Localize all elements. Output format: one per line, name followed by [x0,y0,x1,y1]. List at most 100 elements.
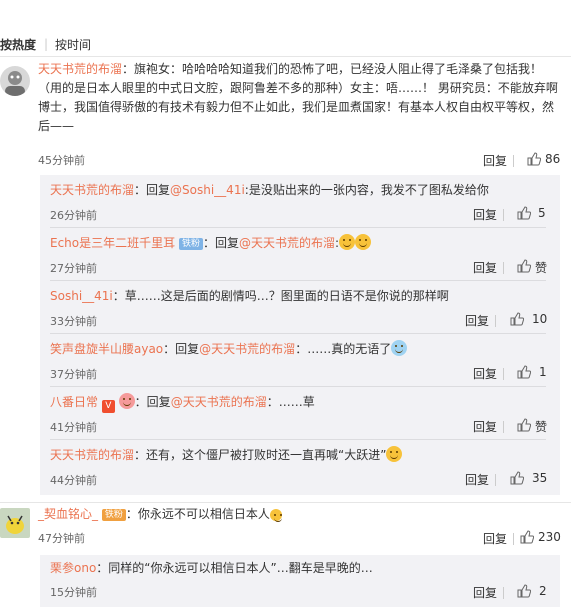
emoji-icon [269,509,282,522]
emoji-icon [355,234,372,250]
like-count: 35 [532,471,548,485]
mention-link[interactable]: @Soshi__41i [170,183,245,197]
reply-item: Echo是三年二班千里耳 铁粉 ：回复@天天书荒的布溜: 27分钟前 回复 赞 [40,228,548,281]
reply-username[interactable]: 笑声盘旋半山腰ayao [50,342,163,356]
mention-link[interactable]: @天天书荒的布溜 [171,395,267,409]
comment-text: 天天书荒的布溜：旗袍女：哈哈哈哈知道我们的恐怖了吧，已经没人阻止得了毛泽桑了包括… [38,60,558,136]
separator [513,155,514,167]
reply-button[interactable]: 回复 [473,206,497,223]
reply-text: 天天书荒的布溜：回复@Soshi__41i:是没贴出来的一张内容，我发不了图私发… [50,181,546,200]
emoji-icon [118,393,135,409]
comment-text: _契血铭心_ 铁粉 ：你永远不可以相信日本人 [38,505,558,524]
reply-button[interactable]: 回复 [465,312,489,329]
reply-body: ：……真的无语了 [295,342,392,356]
reply-list: 栗参ono：同样的“你永远可以相信日本人”…翻车是早晚的… 15分钟前 回复 2 [40,555,560,607]
separator [495,315,496,327]
like-icon[interactable] [517,206,531,220]
mention-link[interactable]: @天天书荒的布溜 [239,236,335,250]
divider [0,56,571,57]
separator [495,474,496,486]
avatar[interactable] [0,66,30,96]
vip-badge-icon: V [101,400,115,413]
emoji-icon [391,340,408,356]
reply-body: ：草……这是后面的剧情吗…？图里面的日语不是你说的那样啊 [112,289,449,303]
reply-item: 天天书荒的布溜：还有，这个僵尸被打败时还一直再喊“大跃进” 44分钟前 回复 3… [40,440,548,495]
reply-username[interactable]: 八番日常 [50,395,98,409]
comment-time: 45分钟前 [38,154,85,167]
reply-time: 33分钟前 [50,315,97,328]
fan-badge: 铁粉 [101,509,126,521]
reply-button[interactable]: 回复 [483,152,507,169]
separator [503,262,504,274]
reply-button[interactable]: 回复 [473,418,497,435]
divider [0,502,571,503]
like-count: 230 [538,530,561,544]
sort-separator: | [44,37,49,51]
like-icon[interactable] [517,259,531,273]
reply-time: 44分钟前 [50,474,97,487]
comment-username[interactable]: _契血铭心_ [38,507,98,521]
reply-prefix: ：回复 [134,395,171,409]
reply-item: 笑声盘旋半山腰ayao：回复@天天书荒的布溜：……真的无语了 37分钟前 回复 … [40,334,547,387]
like-count: 1 [539,365,547,379]
like-count: 赞 [535,261,548,275]
reply-button[interactable]: 回复 [465,471,489,488]
comment-body: ：你永远不可以相信日本人 [125,507,270,521]
separator [503,587,504,599]
reply-time: 41分钟前 [50,421,97,434]
reply-username[interactable]: 天天书荒的布溜 [50,448,134,462]
like-icon[interactable] [517,365,531,379]
reply-body: ：同样的“你永远可以相信日本人”…翻车是早晚的… [96,561,373,575]
avatar[interactable] [0,508,30,538]
like-icon[interactable] [517,584,531,598]
reply-time: 15分钟前 [50,586,97,599]
fan-badge: 铁粉 [178,238,203,250]
comment-time: 47分钟前 [38,532,85,545]
reply-body: ：还有，这个僵尸被打败时还一直再喊“大跃进” [134,448,387,462]
mention-link[interactable]: @天天书荒的布溜 [199,342,295,356]
reply-button[interactable]: 回复 [473,584,497,601]
reply-body: :是没贴出来的一张内容，我发不了图私发给你 [244,183,489,197]
reply-text: 天天书荒的布溜：还有，这个僵尸被打败时还一直再喊“大跃进” [50,446,546,465]
reply-text: Echo是三年二班千里耳 铁粉 ：回复@天天书荒的布溜: [50,234,546,253]
reply-time: 37分钟前 [50,368,97,381]
like-icon[interactable] [520,530,534,544]
like-count: 86 [545,152,561,166]
reply-username[interactable]: 栗参ono [50,561,96,575]
separator [513,533,514,545]
emoji-icon [339,234,356,250]
reply-time: 27分钟前 [50,262,97,275]
reply-text: 栗参ono：同样的“你永远可以相信日本人”…翻车是早晚的… [50,559,546,578]
like-icon[interactable] [527,152,541,166]
reply-item: 八番日常 V ：回复@天天书荒的布溜：……草 41分钟前 回复 赞 [40,387,548,440]
reply-button[interactable]: 回复 [483,530,507,547]
like-icon[interactable] [510,312,524,326]
reply-button[interactable]: 回复 [473,365,497,382]
reply-item: 栗参ono：同样的“你永远可以相信日本人”…翻车是早晚的… 15分钟前 回复 2 [40,555,547,607]
reply-username[interactable]: Echo是三年二班千里耳 [50,236,175,250]
emoji-icon [386,446,403,462]
reply-body: ：……草 [266,395,315,409]
reply-prefix: ：回复 [202,236,239,250]
sort-by-time-tab[interactable]: 按时间 [55,36,91,53]
reply-item: Soshi__41i：草……这是后面的剧情吗…？图里面的日语不是你说的那样啊 3… [40,281,548,334]
sort-bar: 按热度 | 按时间 [0,32,571,56]
reply-prefix: ：回复 [163,342,200,356]
separator [503,421,504,433]
reply-prefix: ：回复 [134,183,171,197]
separator [503,209,504,221]
reply-list: 天天书荒的布溜：回复@Soshi__41i:是没贴出来的一张内容，我发不了图私发… [40,175,560,495]
reply-time: 26分钟前 [50,209,97,222]
reply-username[interactable]: 天天书荒的布溜 [50,183,134,197]
like-icon[interactable] [517,418,531,432]
like-count: 赞 [535,420,548,434]
reply-item: 天天书荒的布溜：回复@Soshi__41i:是没贴出来的一张内容，我发不了图私发… [40,175,546,228]
sort-by-hot-tab[interactable]: 按热度 [0,36,36,53]
like-count: 5 [538,206,546,220]
like-count: 2 [539,584,547,598]
like-count: 10 [532,312,548,326]
reply-button[interactable]: 回复 [473,259,497,276]
comment-username[interactable]: 天天书荒的布溜 [38,62,122,76]
reply-username[interactable]: Soshi__41i [50,289,113,303]
like-icon[interactable] [510,471,524,485]
